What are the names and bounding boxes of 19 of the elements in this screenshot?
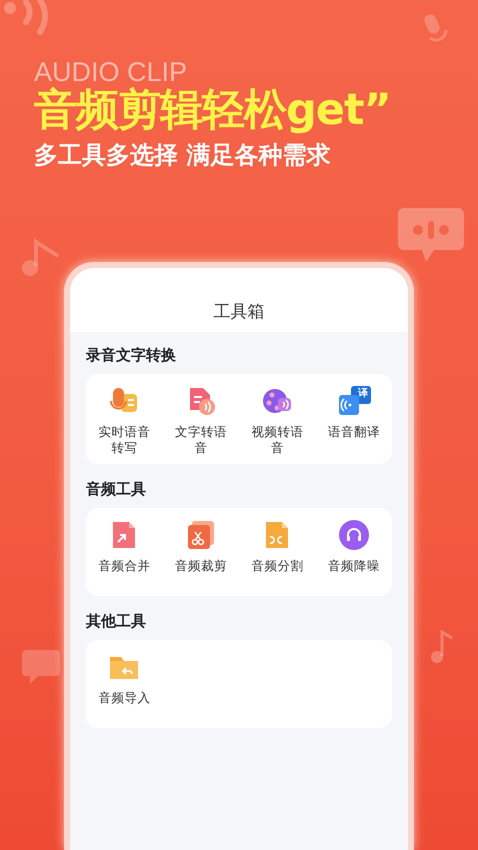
section-title: 音频工具 <box>86 479 147 500</box>
section-title: 其他工具 <box>86 611 147 632</box>
headline: 音频剪辑轻松get” <box>34 86 392 134</box>
tool-label[interactable]: 实时语音转写 <box>96 424 152 456</box>
tool-label[interactable]: 音频裁剪 <box>173 558 228 574</box>
subtitle: 多工具多选择 满足各种需求 <box>34 140 332 170</box>
watermark-text: AUDIO CLIP <box>34 58 188 86</box>
translate-icon <box>336 384 371 418</box>
tool-label[interactable]: 音频降噪 <box>326 558 382 574</box>
section-title: 录音文字转换 <box>86 345 177 366</box>
tool-label[interactable]: 音频分割 <box>250 558 305 574</box>
tool-label[interactable]: 音频导入 <box>96 690 152 706</box>
tool-label[interactable]: 文字转语音 <box>173 424 228 456</box>
screen-title: 工具箱 <box>214 301 264 324</box>
tool-label[interactable]: 音频合并 <box>96 558 152 574</box>
translate-badge-text: 译 <box>358 388 368 399</box>
tool-label[interactable]: 视频转语音 <box>250 424 305 456</box>
headphones-icon <box>336 518 371 552</box>
tool-label[interactable]: 语音翻译 <box>326 424 382 440</box>
